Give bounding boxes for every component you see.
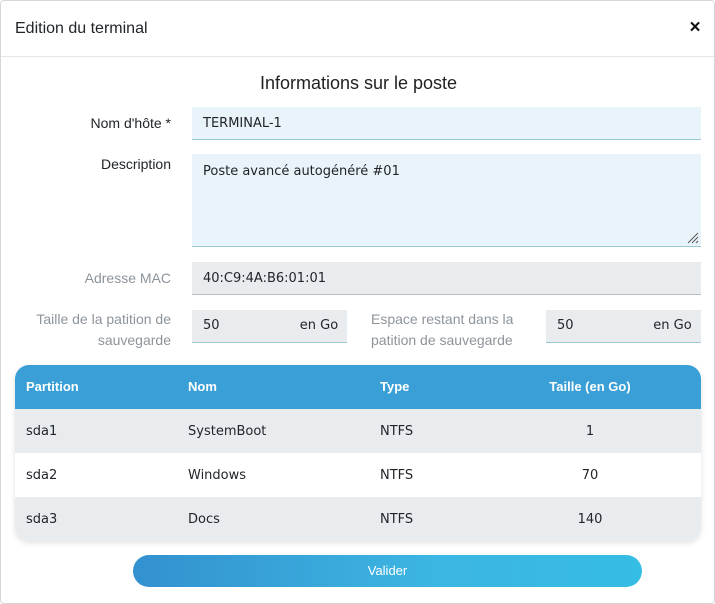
cell-type: NTFS <box>380 468 414 483</box>
cell-type: NTFS <box>380 512 414 527</box>
remaining-unit: en Go <box>644 310 701 343</box>
cell-partition: sda3 <box>26 512 58 527</box>
cell-size: 70 <box>581 468 599 483</box>
cell-size: 140 <box>577 512 603 527</box>
section-title: Informations sur le poste <box>259 73 458 93</box>
th-size: Taille (en Go) <box>549 379 631 394</box>
modal-title: Edition du terminal <box>15 20 148 37</box>
close-icon[interactable]: × <box>686 18 704 38</box>
backup-size-unit: en Go <box>291 310 347 343</box>
modal-header: Edition du terminal × <box>1 1 714 57</box>
remaining-label-line2: patition de sauvegarde <box>371 332 513 348</box>
table-header: Partition Nom Type Taille (en Go) <box>15 365 701 409</box>
mac-value: 40:C9:4A:B6:01:01 <box>203 271 326 286</box>
submit-button[interactable]: Valider <box>133 555 642 587</box>
mac-field: 40:C9:4A:B6:01:01 <box>192 262 701 295</box>
cell-partition: sda1 <box>26 424 58 439</box>
backup-size-input: 50 <box>192 310 291 343</box>
th-type: Type <box>380 379 410 394</box>
cell-name: Windows <box>188 468 247 483</box>
partition-table: Partition Nom Type Taille (en Go) sda1 S… <box>15 365 701 541</box>
backup-size-label-line1: Taille de la patition de <box>36 311 171 327</box>
th-name: Nom <box>188 379 217 394</box>
backup-size-label: Taille de la patition de sauvegarde <box>21 309 171 351</box>
table-row: sda3 Docs NTFS 140 <box>15 497 701 541</box>
description-label: Description <box>100 156 171 172</box>
description-value: Poste avancé autogénéré #01 <box>203 164 400 179</box>
cell-name: SystemBoot <box>188 424 267 439</box>
description-textarea[interactable]: Poste avancé autogénéré #01 <box>192 154 701 247</box>
cell-size: 1 <box>585 424 595 439</box>
hostname-input[interactable]: TERMINAL-1 <box>192 107 701 140</box>
mac-label: Adresse MAC <box>84 270 171 286</box>
hostname-value: TERMINAL-1 <box>203 116 282 131</box>
cell-type: NTFS <box>380 424 414 439</box>
th-partition: Partition <box>26 379 79 394</box>
cell-partition: sda2 <box>26 468 58 483</box>
remaining-label-line1: Espace restant dans la <box>371 311 514 327</box>
cell-name: Docs <box>188 512 220 527</box>
remaining-input: 50 <box>546 310 644 343</box>
table-row: sda2 Windows NTFS 70 <box>15 453 701 497</box>
table-row: sda1 SystemBoot NTFS 1 <box>15 409 701 453</box>
resize-grip-icon[interactable] <box>687 232 699 244</box>
remaining-label: Espace restant dans la patition de sauve… <box>371 309 525 351</box>
hostname-label: Nom d'hôte * <box>90 115 172 131</box>
edit-terminal-modal: Edition du terminal × Informations sur l… <box>0 0 715 604</box>
backup-size-label-line2: sauvegarde <box>97 332 171 348</box>
